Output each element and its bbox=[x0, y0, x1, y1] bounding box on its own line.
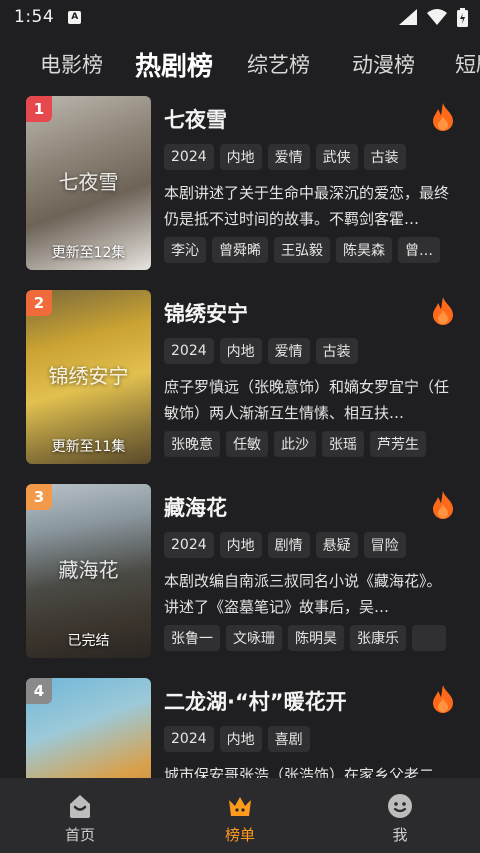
cast-tag: 张康乐 bbox=[350, 625, 406, 651]
tag: 冒险 bbox=[363, 532, 406, 558]
nav-home[interactable]: 首页 bbox=[0, 778, 160, 853]
episode-status: 已完结 bbox=[67, 633, 110, 649]
battery-icon bbox=[457, 7, 468, 27]
tab-short-drama-ranking[interactable]: 短剧 bbox=[455, 36, 480, 92]
home-icon bbox=[70, 795, 90, 818]
cast-tag: 任敏 bbox=[226, 431, 268, 457]
nav-me-label: 我 bbox=[392, 826, 408, 844]
poster-image[interactable]: 七夜雪 1 更新至12集 bbox=[26, 96, 151, 270]
list-item[interactable]: 七夜雪 1 更新至12集 七夜雪 2024 内地 爱情 武侠 古装 本剧讲述了关… bbox=[0, 92, 480, 272]
tag: 喜剧 bbox=[267, 726, 310, 752]
tab-anime-ranking[interactable]: 动漫榜 bbox=[352, 36, 415, 92]
nav-ranking[interactable]: 榜单 bbox=[160, 778, 320, 853]
show-title[interactable]: 二龙湖·“村”暖花开 bbox=[164, 686, 347, 716]
status-time: 1:54 bbox=[14, 7, 55, 27]
notification-a-icon: A bbox=[68, 10, 82, 24]
ranking-tabs: 电影榜 热剧榜 综艺榜 动漫榜 短剧 bbox=[0, 36, 480, 92]
show-title[interactable]: 锦绣安宁 bbox=[164, 298, 248, 328]
ranking-list: 七夜雪 1 更新至12集 七夜雪 2024 内地 爱情 武侠 古装 本剧讲述了关… bbox=[0, 92, 480, 778]
genre-tags: 2024 内地 喜剧 bbox=[164, 726, 310, 752]
cast-tag: 芦芳生 bbox=[370, 431, 426, 457]
tag: 2024 bbox=[164, 144, 214, 170]
tag: 武侠 bbox=[315, 144, 358, 170]
tag: 爱情 bbox=[267, 338, 310, 364]
poster-title-art: 藏海花 bbox=[58, 558, 119, 582]
list-item[interactable]: 藏海花 3 已完结 藏海花 2024 内地 剧情 悬疑 冒险 本剧改编自南派三叔… bbox=[0, 480, 480, 660]
nav-ranking-label: 榜单 bbox=[224, 826, 255, 844]
cast-list: 李沁 曾舜晞 王弘毅 陈昊森 曾… bbox=[164, 237, 450, 263]
flame-icon bbox=[433, 685, 453, 713]
list-item[interactable]: 4 二龙湖·“村”暖花开 2024 内地 喜剧 城市保安哥张浩（张浩饰）在家乡父… bbox=[0, 674, 480, 778]
list-item[interactable]: 锦绣安宁 2 更新至11集 锦绣安宁 2024 内地 爱情 古装 庶子罗慎远（张… bbox=[0, 286, 480, 466]
cast-tag: 李沁 bbox=[164, 237, 206, 263]
bottom-nav: 首页 榜单 我 bbox=[0, 778, 480, 853]
show-description: 本剧改编自南派三叔同名小说《藏海花》。讲述了《盗墓笔记》故事后，吴… bbox=[164, 572, 442, 616]
rank-badge: 2 bbox=[26, 290, 52, 316]
tag: 古装 bbox=[363, 144, 406, 170]
tag: 内地 bbox=[219, 338, 262, 364]
cast-tag: 陈明昊 bbox=[288, 625, 344, 651]
tag: 2024 bbox=[164, 726, 214, 752]
tag: 爱情 bbox=[267, 144, 310, 170]
signal-strength-icon bbox=[399, 9, 417, 25]
tag: 剧情 bbox=[267, 532, 310, 558]
cast-tag: 张瑶 bbox=[322, 431, 364, 457]
poster-title-art: 锦绣安宁 bbox=[48, 364, 129, 388]
status-bar: 1:54 A bbox=[0, 0, 480, 34]
cast-tag: 张晚意 bbox=[164, 431, 220, 457]
genre-tags: 2024 内地 爱情 古装 bbox=[164, 338, 358, 364]
genre-tags: 2024 内地 剧情 悬疑 冒险 bbox=[164, 532, 406, 558]
tag: 2024 bbox=[164, 338, 214, 364]
cast-tag bbox=[412, 625, 446, 651]
show-description: 庶子罗慎远（张晚意饰）和嫡女罗宜宁（任敏饰）两人渐渐互生情愫、相互扶… bbox=[164, 378, 450, 422]
cast-tag: 陈昊森 bbox=[336, 237, 392, 263]
cast-list: 张鲁一 文咏珊 陈明昊 张康乐 bbox=[164, 625, 450, 651]
smile-icon bbox=[388, 794, 412, 818]
tag: 悬疑 bbox=[315, 532, 358, 558]
flame-icon bbox=[433, 491, 453, 519]
cast-list: 张晚意 任敏 此沙 张瑶 芦芳生 bbox=[164, 431, 450, 457]
show-title[interactable]: 七夜雪 bbox=[164, 104, 227, 134]
show-description: 城市保安哥张浩（张浩饰）在家乡父老二… bbox=[164, 766, 450, 778]
tag: 内地 bbox=[219, 532, 262, 558]
genre-tags: 2024 内地 爱情 武侠 古装 bbox=[164, 144, 406, 170]
tag: 内地 bbox=[219, 726, 262, 752]
episode-status: 更新至11集 bbox=[51, 439, 126, 455]
flame-icon bbox=[433, 103, 453, 131]
rank-badge: 4 bbox=[26, 678, 52, 704]
cast-tag: 王弘毅 bbox=[274, 237, 330, 263]
status-icons bbox=[399, 7, 468, 27]
tag: 内地 bbox=[219, 144, 262, 170]
rank-badge: 1 bbox=[26, 96, 52, 122]
poster-image[interactable]: 锦绣安宁 2 更新至11集 bbox=[26, 290, 151, 464]
rank-badge: 3 bbox=[26, 484, 52, 510]
poster-image[interactable]: 4 bbox=[26, 678, 151, 778]
poster-image[interactable]: 藏海花 3 已完结 bbox=[26, 484, 151, 658]
cast-tag: 张鲁一 bbox=[164, 625, 220, 651]
wifi-icon bbox=[427, 9, 447, 25]
cast-tag: 曾舜晞 bbox=[212, 237, 268, 263]
cast-tag: 曾… bbox=[398, 237, 440, 263]
tag: 2024 bbox=[164, 532, 214, 558]
cast-tag: 文咏珊 bbox=[226, 625, 282, 651]
crown-icon bbox=[229, 797, 251, 816]
tab-drama-ranking[interactable]: 热剧榜 bbox=[135, 36, 213, 92]
cast-tag: 此沙 bbox=[274, 431, 316, 457]
poster-title-art: 七夜雪 bbox=[58, 170, 119, 194]
flame-icon bbox=[433, 297, 453, 325]
tab-variety-ranking[interactable]: 综艺榜 bbox=[247, 36, 310, 92]
tab-movie-ranking[interactable]: 电影榜 bbox=[40, 36, 103, 92]
tag: 古装 bbox=[315, 338, 358, 364]
show-title[interactable]: 藏海花 bbox=[164, 492, 227, 522]
episode-status: 更新至12集 bbox=[51, 245, 126, 261]
nav-home-label: 首页 bbox=[64, 826, 95, 844]
nav-me[interactable]: 我 bbox=[320, 778, 480, 853]
show-description: 本剧讲述了关于生命中最深沉的爱恋，最终仍是抵不过时间的故事。不羁剑客霍… bbox=[164, 184, 450, 228]
